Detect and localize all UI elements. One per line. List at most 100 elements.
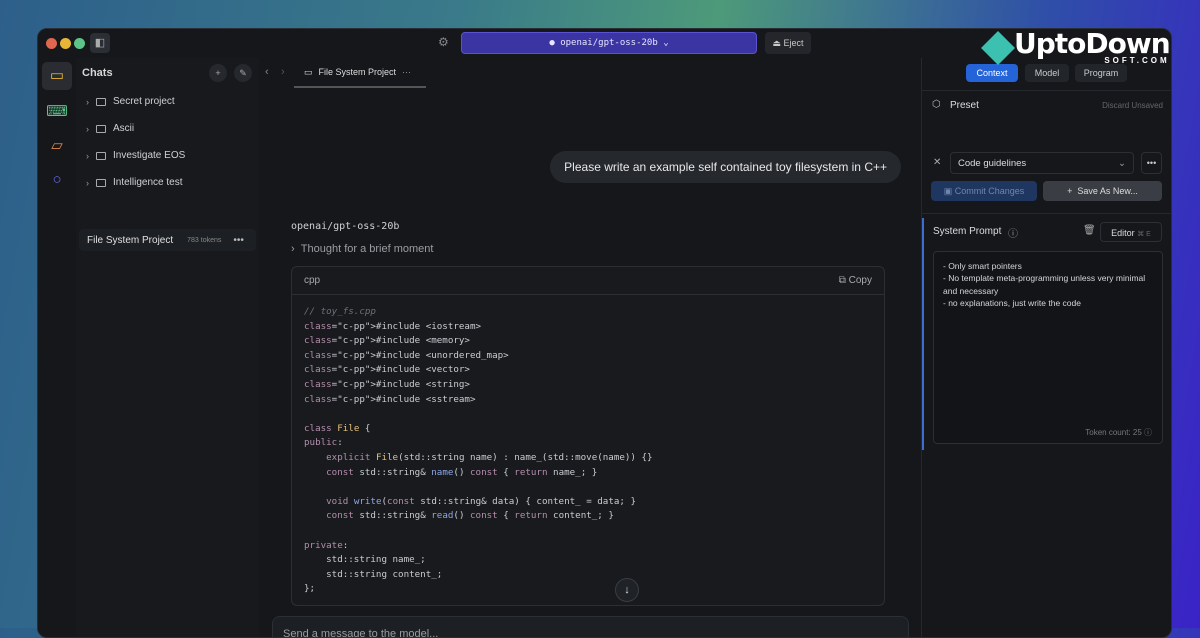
code-line: explicit File(std::string name) : name_(… (304, 451, 872, 466)
commit-changes-button[interactable]: ▣ Commit Changes (931, 181, 1037, 201)
folder-icon (96, 125, 106, 133)
new-chat-icon[interactable]: ✎ (234, 64, 252, 82)
folder-item[interactable]: › Intelligence test (86, 177, 183, 188)
folder-icon (96, 152, 106, 160)
chevron-right-icon: › (86, 151, 89, 161)
more-icon[interactable]: ··· (402, 67, 411, 77)
divider (922, 90, 1171, 91)
context-panel: Context Model Program ⬡ Preset Discard U… (921, 58, 1171, 637)
gear-icon[interactable]: ⚙ (438, 35, 449, 49)
tab-context[interactable]: Context (966, 64, 1018, 82)
model-icon: ● (549, 38, 560, 48)
system-prompt-textarea[interactable]: - Only smart pointers - No template meta… (933, 251, 1163, 444)
preset-select[interactable]: Code guidelines ⌄ (950, 152, 1134, 174)
folder-item[interactable]: ›Secret project (86, 96, 175, 107)
close-window-button[interactable] (46, 38, 57, 49)
chevron-right-icon: › (86, 124, 89, 134)
tab-model[interactable]: Model (1025, 64, 1069, 82)
clear-preset-icon[interactable]: ✕ (933, 157, 941, 168)
token-count: 783 tokens (187, 237, 221, 244)
code-line (304, 524, 872, 539)
back-icon[interactable]: ‹ (265, 66, 269, 78)
preset-icon: ⬡ (932, 99, 941, 110)
user-message: Please write an example self contained t… (550, 151, 901, 183)
copy-label: Copy (849, 275, 872, 286)
terminal-icon[interactable]: ⌨ (42, 98, 72, 126)
minimize-window-button[interactable] (60, 38, 71, 49)
eject-button[interactable]: ⏏ Eject (765, 32, 811, 54)
model-name: openai/gpt-oss-20b (291, 221, 399, 232)
new-folder-icon[interactable]: + (209, 64, 227, 82)
model-selector-label: openai/gpt-oss-20b (560, 38, 658, 48)
watermark-logo: UptoDownSOFT.COM (986, 30, 1170, 65)
tab-program[interactable]: Program (1075, 64, 1127, 82)
code-line: class="c-pp">#include <sstream> (304, 393, 872, 408)
code-line: // toy_fs.cpp (304, 305, 872, 320)
preset-value: Code guidelines (958, 158, 1026, 169)
chat-item-active[interactable]: File System Project 783 tokens ••• (79, 229, 256, 251)
code-line (304, 407, 872, 422)
code-line: class="c-pp">#include <string> (304, 378, 872, 393)
discard-unsaved-button[interactable]: Discard Unsaved (1102, 101, 1163, 110)
code-block: cpp ⧉ Copy // toy_fs.cpp class="c-pp">#inc… (291, 266, 885, 606)
chat-icon[interactable]: ▭ (42, 62, 72, 90)
code-line (304, 480, 872, 495)
folder-label: Intelligence test (113, 177, 183, 188)
prompt-line: - no explanations, just write the code (943, 297, 1153, 309)
chats-sidebar: Chats + ✎ ›Secret project ›Ascii › Invest… (76, 58, 259, 637)
help-icon: ⓘ (1144, 428, 1152, 437)
code-line: std::string content_; (304, 568, 872, 583)
chat-item-label: File System Project (87, 235, 173, 246)
chevron-down-icon: ⌄ (1118, 158, 1126, 169)
help-icon[interactable]: ⓘ (1008, 225, 1018, 240)
forward-icon[interactable]: › (281, 66, 285, 78)
eject-icon: ⏏ (772, 38, 783, 48)
preset-label: Preset (950, 100, 979, 111)
trash-icon[interactable]: 🗑 (1083, 225, 1096, 236)
preset-more-button[interactable]: ••• (1141, 152, 1162, 174)
chevron-down-icon: ⌄ (663, 38, 668, 48)
logo-mark-icon (981, 31, 1015, 65)
folder-icon (96, 179, 106, 187)
app-window: ◧ ⚙ ● openai/gpt-oss-20b ⌄ ⏏ Eject ▭ ⌨ ▱… (37, 28, 1172, 638)
folder-icon[interactable]: ▱ (42, 132, 72, 160)
save-as-new-label: Save As New... (1077, 186, 1138, 196)
chevron-right-icon: › (86, 97, 89, 107)
system-prompt-title: System Prompt (933, 226, 1001, 237)
save-as-new-button[interactable]: + Save As New... (1043, 181, 1162, 201)
more-icon[interactable]: ••• (233, 235, 244, 246)
search-icon[interactable]: ○ (42, 166, 72, 194)
chevron-right-icon: › (86, 178, 89, 188)
toggle-sidebar-icon[interactable]: ◧ (90, 33, 110, 53)
copy-icon: ⧉ (839, 275, 849, 286)
prompt-line: - No template meta-programming unless ve… (943, 272, 1153, 297)
editor-label: Editor (1111, 228, 1135, 238)
arrow-down-icon: ↓ (624, 584, 630, 596)
code-line: }; (304, 582, 872, 597)
thought-label: Thought for a brief moment (301, 243, 434, 255)
chat-main: ‹ › ▭File System Project··· Please write… (259, 58, 921, 637)
plus-icon: + (1067, 186, 1077, 196)
tab-file-system-project[interactable]: ▭File System Project··· (294, 58, 426, 88)
folder-item[interactable]: › Investigate EOS (86, 150, 185, 161)
message-input[interactable]: Send a message to the model... (272, 616, 909, 638)
model-selector[interactable]: ● openai/gpt-oss-20b ⌄ (461, 32, 757, 54)
folder-label: Investigate EOS (113, 150, 185, 161)
code-language: cpp (304, 275, 320, 286)
code-line: private: (304, 539, 872, 554)
tab-label: File System Project (319, 67, 397, 77)
thought-toggle[interactable]: › Thought for a brief moment (291, 243, 433, 255)
commit-label: Commit Changes (955, 186, 1025, 196)
token-count-footer: Token count: 25 ⓘ (1085, 427, 1152, 439)
scroll-down-button[interactable]: ↓ (615, 578, 639, 602)
section-accent (922, 218, 924, 450)
editor-button[interactable]: Editor ⌘ E (1100, 222, 1162, 242)
folder-item[interactable]: ›Ascii (86, 123, 134, 134)
copy-button[interactable]: ⧉ Copy (839, 275, 872, 286)
tab-bar: ‹ › ▭File System Project··· (259, 58, 921, 88)
sidebar-title: Chats (82, 67, 113, 79)
token-count-label: Token count: 25 (1085, 428, 1141, 437)
maximize-window-button[interactable] (74, 38, 85, 49)
divider (922, 213, 1171, 214)
code-line: const std::string& read() const { return… (304, 509, 872, 524)
